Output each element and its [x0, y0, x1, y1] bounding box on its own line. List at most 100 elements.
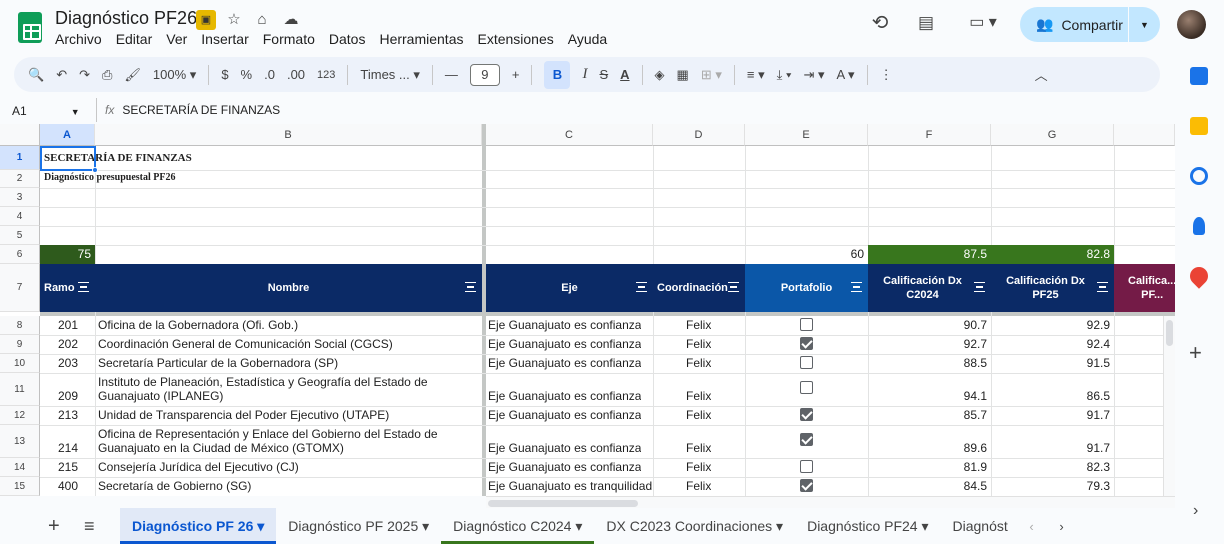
col-header-f[interactable]: F	[868, 124, 991, 146]
header-ramo[interactable]: Ramo	[40, 264, 95, 312]
comments-icon[interactable]: ▤	[916, 13, 936, 33]
portafolio-checkbox[interactable]	[800, 433, 813, 446]
italic-button[interactable]: I	[582, 66, 587, 83]
formula-bar[interactable]: fx SECRETARÍA DE FINANZAS	[96, 98, 1162, 122]
cloud-status-icon[interactable]: ☁	[281, 10, 301, 30]
undo-icon[interactable]: ↶	[56, 67, 67, 83]
tab-diagnostico-c2024[interactable]: Diagnóstico C2024 ▾	[441, 508, 595, 544]
portafolio-checkbox[interactable]	[800, 337, 813, 350]
tab-dx-c2023-coordinaciones[interactable]: DX C2023 Coordinaciones ▾	[594, 508, 795, 544]
increase-decimal-button[interactable]: .00	[287, 67, 305, 82]
cell-cal-pf25[interactable]: 91.7	[991, 408, 1110, 422]
cell-ramo[interactable]: 213	[58, 408, 78, 422]
font-size-decrease-icon[interactable]: —	[445, 67, 458, 82]
menu-ayuda[interactable]: Ayuda	[568, 31, 607, 47]
document-title[interactable]: Diagnóstico PF26	[55, 8, 197, 29]
fill-handle[interactable]	[92, 167, 98, 173]
cell-ramo[interactable]: 209	[58, 389, 78, 403]
row-header-12[interactable]: 12	[0, 406, 40, 425]
name-box[interactable]: A1 ▼	[12, 104, 80, 118]
cell-eje[interactable]: Eje Guanajuato es confianza	[488, 318, 641, 332]
menu-herramientas[interactable]: Herramientas	[379, 31, 463, 47]
cell-ramo[interactable]: 203	[58, 356, 78, 370]
row-header-9[interactable]: 9	[0, 335, 40, 354]
col-header-a[interactable]: A	[40, 124, 95, 146]
cell-coordinacion[interactable]: Felix	[686, 389, 711, 403]
avatar[interactable]	[1177, 10, 1206, 39]
formula-value[interactable]: SECRETARÍA DE FINANZAS	[122, 103, 280, 117]
decrease-decimal-button[interactable]: .0	[264, 67, 275, 82]
cell-nombre[interactable]: Unidad de Transparencia del Poder Ejecut…	[98, 408, 389, 422]
cell-coordinacion[interactable]: Felix	[686, 408, 711, 422]
filter-icon[interactable]	[78, 282, 89, 292]
vertical-scroll-thumb[interactable]	[1166, 320, 1173, 346]
cell-cal-c2024[interactable]: 85.7	[868, 408, 987, 422]
cell-ramo[interactable]: 215	[58, 460, 78, 474]
font-size-increase-icon[interactable]: +	[512, 67, 520, 82]
fill-color-icon[interactable]: ◈	[655, 67, 665, 83]
col-header-c[interactable]: C	[486, 124, 653, 146]
tab-diagnostico-truncated[interactable]: Diagnóst	[941, 508, 1011, 544]
text-wrap-icon[interactable]: ⇥ ▾	[803, 67, 824, 83]
row-header-5[interactable]: 5	[0, 226, 40, 245]
history-icon[interactable]: ⟲	[870, 13, 890, 33]
row-header-7[interactable]: 7	[0, 264, 40, 312]
tab-diagnostico-pf2025[interactable]: Diagnóstico PF 2025 ▾	[276, 508, 441, 544]
vertical-scrollbar[interactable]	[1163, 316, 1175, 496]
text-color-button[interactable]: A	[620, 67, 629, 82]
tab-diagnostico-pf26[interactable]: Diagnóstico PF 26 ▾	[120, 508, 277, 544]
cell-nombre[interactable]: Secretaría de Gobierno (SG)	[98, 479, 251, 493]
filter-icon[interactable]	[974, 282, 985, 292]
row-header-10[interactable]: 10	[0, 354, 40, 373]
cell-coordinacion[interactable]: Felix	[686, 460, 711, 474]
cell-nombre-line2[interactable]: Guanajuato (IPLANEG)	[98, 389, 223, 403]
calendar-icon[interactable]	[1190, 67, 1208, 85]
col-header-h[interactable]	[1114, 124, 1175, 146]
cell-coordinacion[interactable]: Felix	[686, 318, 711, 332]
summary-g[interactable]: 82.8	[991, 245, 1114, 264]
paint-format-icon[interactable]: 🖌	[124, 67, 141, 83]
portafolio-checkbox[interactable]	[800, 479, 813, 492]
menu-ver[interactable]: Ver	[166, 31, 187, 47]
scroll-tabs-left-icon[interactable]: ‹	[1017, 519, 1047, 534]
filter-icon[interactable]	[465, 282, 476, 292]
cell-ramo[interactable]: 400	[58, 479, 78, 493]
redo-icon[interactable]: ↷	[79, 67, 90, 83]
menu-archivo[interactable]: Archivo	[55, 31, 102, 47]
more-icon[interactable]: ⋮	[880, 67, 893, 83]
filter-icon[interactable]	[728, 282, 739, 292]
currency-button[interactable]: $	[221, 67, 228, 82]
cell-cal-pf25[interactable]: 86.5	[991, 389, 1110, 403]
cell-eje[interactable]: Eje Guanajuato es confianza	[488, 356, 641, 370]
cell-cal-c2024[interactable]: 88.5	[868, 356, 987, 370]
spreadsheet-grid[interactable]: A B C D E F G 1 2 3 4 5 6 7 8 9 10 11 12…	[0, 124, 1175, 496]
row-header-4[interactable]: 4	[0, 207, 40, 226]
share-button[interactable]: 👥 Compartir ▼	[1020, 7, 1160, 42]
number-format-button[interactable]: 123	[317, 69, 335, 81]
cell-ramo[interactable]: 214	[58, 441, 78, 455]
header-nombre[interactable]: Nombre	[95, 264, 482, 312]
row-header-8[interactable]: 8	[0, 316, 40, 335]
cell-cal-c2024[interactable]: 94.1	[868, 389, 987, 403]
strikethrough-button[interactable]: S	[599, 67, 608, 82]
tab-diagnostico-pf24[interactable]: Diagnóstico PF24 ▾	[795, 508, 940, 544]
header-cal-c2024[interactable]: Calificación Dx C2024	[868, 264, 991, 312]
filter-icon[interactable]	[636, 282, 647, 292]
vertical-align-icon[interactable]: ⤓ ▾	[777, 67, 792, 83]
portafolio-checkbox[interactable]	[800, 408, 813, 421]
row-header-15[interactable]: 15	[0, 477, 40, 496]
cell-nombre-line2[interactable]: Guanajuato en la Ciudad de México (GTOMX…	[98, 441, 344, 455]
row-header-3[interactable]: 3	[0, 188, 40, 207]
cell-eje[interactable]: Eje Guanajuato es confianza	[488, 389, 641, 403]
cell-eje[interactable]: Eje Guanajuato es confianza	[488, 408, 641, 422]
horizontal-scroll-thumb[interactable]	[488, 500, 638, 507]
bold-button[interactable]: B	[544, 60, 571, 89]
add-addon-icon[interactable]: +	[1189, 340, 1202, 366]
row-header-6[interactable]: 6	[0, 245, 40, 264]
maps-icon[interactable]	[1186, 263, 1212, 289]
menu-datos[interactable]: Datos	[329, 31, 366, 47]
borders-icon[interactable]: ▦	[677, 67, 689, 83]
row-header-1[interactable]: 1	[0, 146, 40, 170]
row-header-11[interactable]: 11	[0, 373, 40, 406]
col-header-g[interactable]: G	[991, 124, 1114, 146]
